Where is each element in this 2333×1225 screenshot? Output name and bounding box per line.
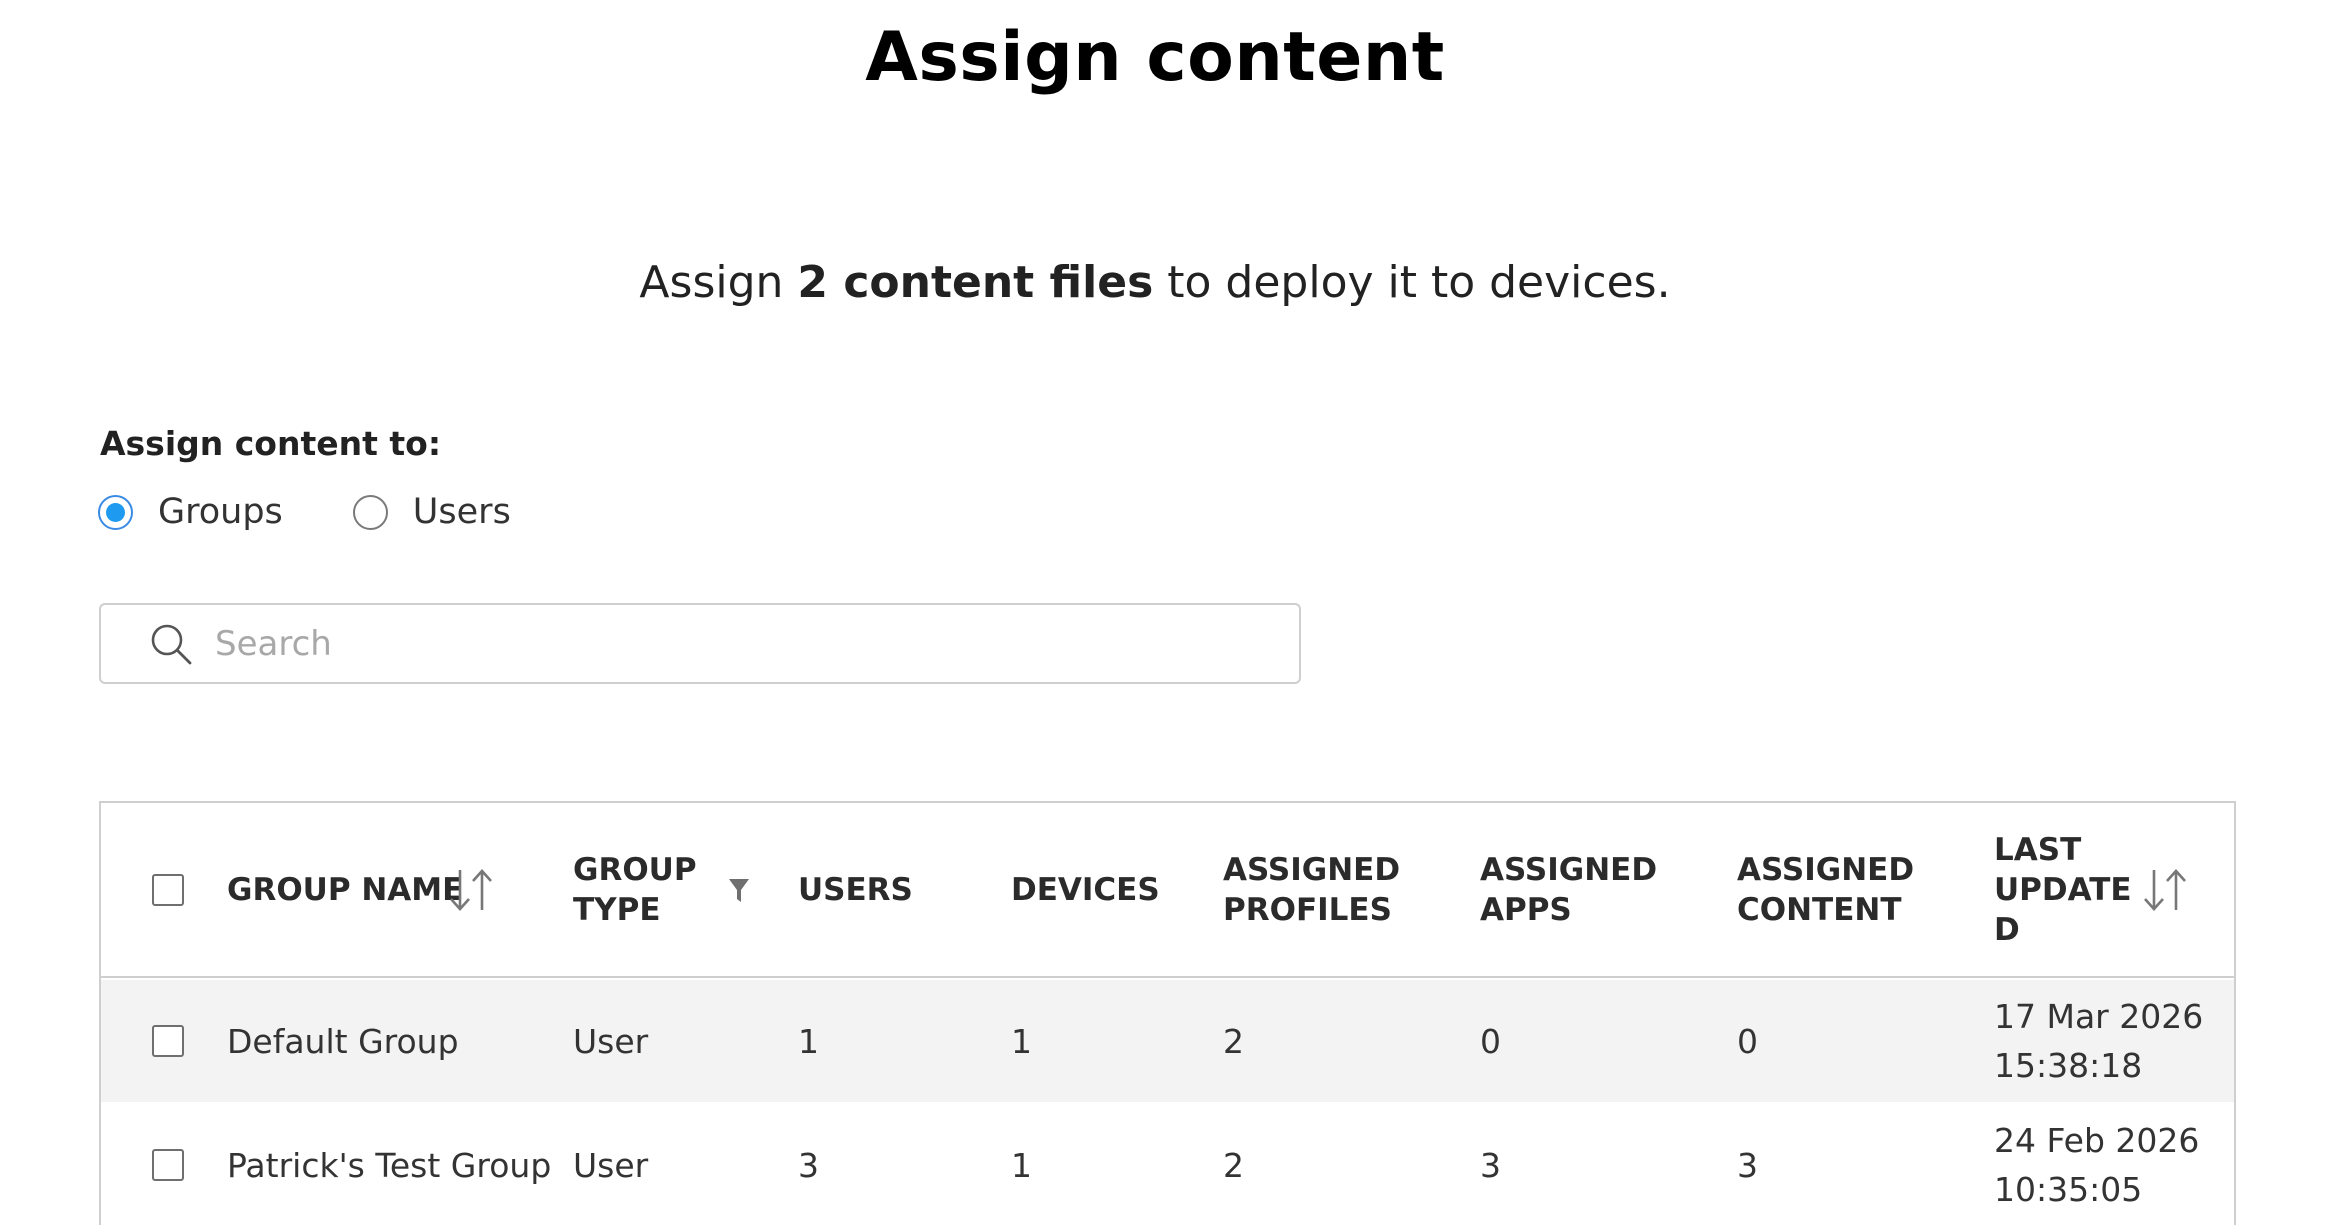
devices-cell: 1 xyxy=(1011,1145,1032,1185)
groups-radio-label: Groups xyxy=(158,492,283,532)
column-header-assigned-apps: ASSIGNED APPS xyxy=(1480,803,1657,976)
search-box[interactable] xyxy=(99,603,1301,684)
users-radio[interactable] xyxy=(352,494,388,530)
users-cell: 1 xyxy=(798,1021,819,1061)
group-type-header-line1: GROUP xyxy=(573,851,697,888)
assigned-apps-header-line2: APPS xyxy=(1480,891,1572,928)
column-header-group-type: GROUP TYPE xyxy=(573,803,697,976)
select-all-checkbox[interactable] xyxy=(152,873,184,906)
users-radio-label: Users xyxy=(412,492,511,532)
group-type-header-line2: TYPE xyxy=(573,891,661,928)
assigned-apps-cell: 0 xyxy=(1480,1021,1501,1061)
page-title: Assign content xyxy=(865,18,1445,97)
assigned-profiles-cell: 2 xyxy=(1223,1021,1244,1061)
assigned-content-cell: 0 xyxy=(1737,1021,1758,1061)
radio-option-users[interactable]: Users xyxy=(352,492,511,532)
sort-icon[interactable] xyxy=(2140,865,2190,915)
groups-radio[interactable] xyxy=(98,494,133,530)
last-updated-date-cell: 24 Feb 2026 xyxy=(1994,1121,2200,1160)
table-header-row: GROUP NAME GROUP TYPE USERS DEVICES ASSI… xyxy=(101,803,2234,978)
row-checkbox[interactable] xyxy=(152,1025,184,1057)
column-header-devices: DEVICES xyxy=(1011,871,1160,908)
last-updated-date-cell: 17 Mar 2026 xyxy=(1994,997,2204,1036)
group-name-cell: Default Group xyxy=(227,1021,459,1061)
assigned-profiles-header-line2: PROFILES xyxy=(1223,891,1392,928)
group-name-cell: Patrick's Test Group xyxy=(227,1145,552,1185)
column-header-assigned-profiles: ASSIGNED PROFILES xyxy=(1223,803,1400,976)
filter-icon[interactable] xyxy=(728,878,750,904)
assigned-content-header-line1: ASSIGNED xyxy=(1737,851,1915,888)
last-updated-header-line3: D xyxy=(1994,911,2020,948)
search-input[interactable] xyxy=(215,623,1215,664)
assigned-profiles-cell: 2 xyxy=(1223,1145,1244,1185)
table-row[interactable]: Default Group User 1 1 2 0 0 17 Mar 2026… xyxy=(101,980,2234,1102)
devices-cell: 1 xyxy=(1011,1021,1032,1061)
search-icon xyxy=(151,624,192,664)
assigned-apps-cell: 3 xyxy=(1480,1145,1501,1185)
subtitle-suffix: to deploy it to devices. xyxy=(1153,257,1671,308)
group-type-cell: User xyxy=(573,1145,649,1185)
page-subtitle: Assign 2 content files to deploy it to d… xyxy=(0,257,2310,308)
group-name-header: GROUP NAME xyxy=(227,871,464,908)
radio-option-groups[interactable]: Groups xyxy=(98,492,283,532)
assigned-content-cell: 3 xyxy=(1737,1145,1758,1185)
subtitle-file-count: 2 content files xyxy=(797,257,1154,308)
last-updated-header-line2: UPDATE xyxy=(1994,871,2132,908)
group-type-cell: User xyxy=(573,1021,649,1061)
subtitle-prefix: Assign xyxy=(639,257,798,308)
column-header-assigned-content: ASSIGNED CONTENT xyxy=(1737,803,1914,976)
last-updated-header-line1: LAST xyxy=(1994,831,2082,868)
assign-target-radio-group: Groups Users xyxy=(98,492,581,532)
last-updated-time-cell: 15:38:18 xyxy=(1994,1046,2143,1085)
assigned-content-header-line2: CONTENT xyxy=(1737,891,1902,928)
assign-to-label: Assign content to: xyxy=(100,424,442,463)
table-row[interactable]: Patrick's Test Group User 3 1 2 3 3 24 F… xyxy=(101,1102,2234,1225)
users-cell: 3 xyxy=(798,1145,819,1185)
assigned-apps-header-line1: ASSIGNED xyxy=(1480,851,1658,888)
row-checkbox[interactable] xyxy=(152,1149,184,1181)
assigned-profiles-header-line1: ASSIGNED xyxy=(1223,851,1401,888)
sort-icon[interactable] xyxy=(446,865,496,915)
column-header-last-updated[interactable]: LAST UPDATE D xyxy=(1994,803,2132,976)
column-header-users: USERS xyxy=(798,871,913,908)
assign-content-page: Assign content Assign 2 content files to… xyxy=(0,0,2333,1225)
last-updated-time-cell: 10:35:05 xyxy=(1994,1170,2143,1209)
column-header-group-name[interactable]: GROUP NAME xyxy=(227,803,463,976)
groups-table: GROUP NAME GROUP TYPE USERS DEVICES ASSI… xyxy=(99,801,2236,1225)
